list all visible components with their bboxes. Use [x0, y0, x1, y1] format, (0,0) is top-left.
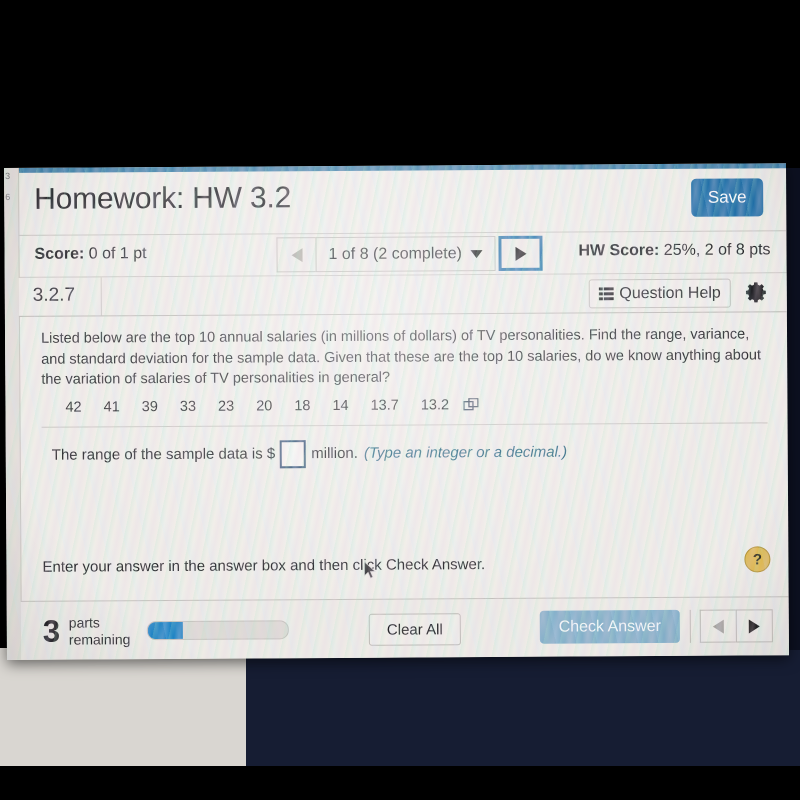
data-value: 14 — [332, 397, 349, 414]
question-footer-toolbar: 3 parts remaining Clear All Check Answer — [20, 596, 789, 660]
gutter-number-2: 6 — [5, 191, 11, 202]
parts-remaining-count: 3 — [42, 613, 61, 649]
score-row: Score: 0 of 1 pt 1 of 8 (2 complete) HW … — [18, 231, 787, 278]
footer-next-button[interactable] — [735, 609, 773, 643]
next-question-button[interactable] — [498, 235, 544, 271]
parts-label-line1: parts — [68, 614, 100, 631]
gutter-number-1: 3 — [5, 170, 11, 181]
hw-score-value: 25%, 2 of 8 pts — [663, 241, 771, 259]
panel-header: Homework: HW 3.2 Save — [18, 168, 787, 236]
progress-bar-fill — [147, 621, 183, 640]
desk-surface-left — [0, 648, 246, 766]
chevron-down-icon — [470, 249, 483, 258]
data-value: 33 — [179, 398, 197, 415]
save-button-label: Save — [707, 187, 747, 207]
parts-remaining-label: parts remaining — [69, 614, 131, 647]
answer-suffix: million. — [311, 445, 358, 463]
data-value: 42 — [65, 399, 82, 416]
triangle-right-icon — [515, 246, 527, 261]
triangle-right-icon — [748, 618, 760, 633]
prev-question-button[interactable] — [276, 237, 316, 273]
question-selector-label: 1 of 8 (2 complete) — [328, 244, 462, 263]
help-circle-button[interactable]: ? — [744, 546, 771, 573]
question-id-bar: 3.2.7 Question Help — [18, 273, 787, 317]
check-answer-label: Check Answer — [558, 617, 661, 636]
question-navigator: 1 of 8 (2 complete) — [276, 235, 544, 273]
data-value: 41 — [103, 399, 120, 416]
divider — [689, 609, 691, 643]
question-prompt: Listed below are the top 10 annual salar… — [40, 326, 762, 388]
progress-bar — [146, 620, 289, 641]
data-value: 18 — [294, 397, 311, 414]
page-title: Homework: HW 3.2 — [34, 181, 292, 216]
question-help-label: Question Help — [619, 284, 721, 302]
triangle-left-icon — [290, 247, 303, 262]
triangle-left-icon — [712, 619, 724, 634]
screen-bezel-dark — [246, 648, 800, 766]
data-values-row: 42 41 39 33 23 20 18 14 13.7 13.2 — [41, 395, 765, 415]
data-value: 13.7 — [370, 397, 399, 414]
photo-black-bar-bottom — [0, 766, 800, 800]
answer-prefix: The range of the sample data is $ — [51, 445, 276, 464]
instruction-text: Enter your answer in the answer box and … — [42, 556, 486, 576]
hw-score-label: HW Score: — [578, 241, 660, 260]
question-help-button[interactable]: Question Help — [588, 278, 731, 309]
question-selector-dropdown[interactable]: 1 of 8 (2 complete) — [315, 235, 497, 273]
divider — [41, 422, 768, 428]
footer-navigation — [699, 609, 773, 643]
parts-label-line2: remaining — [68, 630, 131, 648]
gear-icon[interactable] — [745, 280, 769, 304]
score-display: Score: 0 of 1 pt — [34, 245, 146, 264]
data-value: 20 — [256, 398, 273, 415]
answer-line: The range of the sample data is $ millio… — [42, 437, 766, 469]
question-id: 3.2.7 — [32, 284, 76, 306]
hw-score-display: HW Score: 25%, 2 of 8 pts — [578, 241, 770, 260]
help-circle-label: ? — [752, 550, 763, 568]
save-button[interactable]: Save — [691, 178, 764, 217]
score-value: 0 of 1 pt — [88, 245, 147, 263]
list-icon — [598, 287, 614, 301]
data-value: 13.2 — [420, 397, 450, 414]
score-label: Score: — [34, 245, 85, 263]
answer-hint: (Type an integer or a decimal.) — [363, 443, 568, 463]
answer-input[interactable] — [280, 439, 307, 469]
popout-window-icon[interactable] — [463, 398, 479, 411]
divider — [100, 277, 102, 316]
question-body: Listed below are the top 10 annual salar… — [19, 312, 788, 576]
data-value: 23 — [217, 398, 235, 415]
check-answer-button[interactable]: Check Answer — [539, 609, 680, 644]
clear-all-label: Clear All — [386, 620, 443, 639]
clear-all-button[interactable]: Clear All — [368, 613, 461, 646]
data-value: 39 — [141, 398, 158, 415]
footer-prev-button[interactable] — [699, 609, 736, 643]
mymathlab-question-panel: 3 6 Homework: HW 3.2 Save Score: 0 of 1 … — [4, 163, 789, 660]
